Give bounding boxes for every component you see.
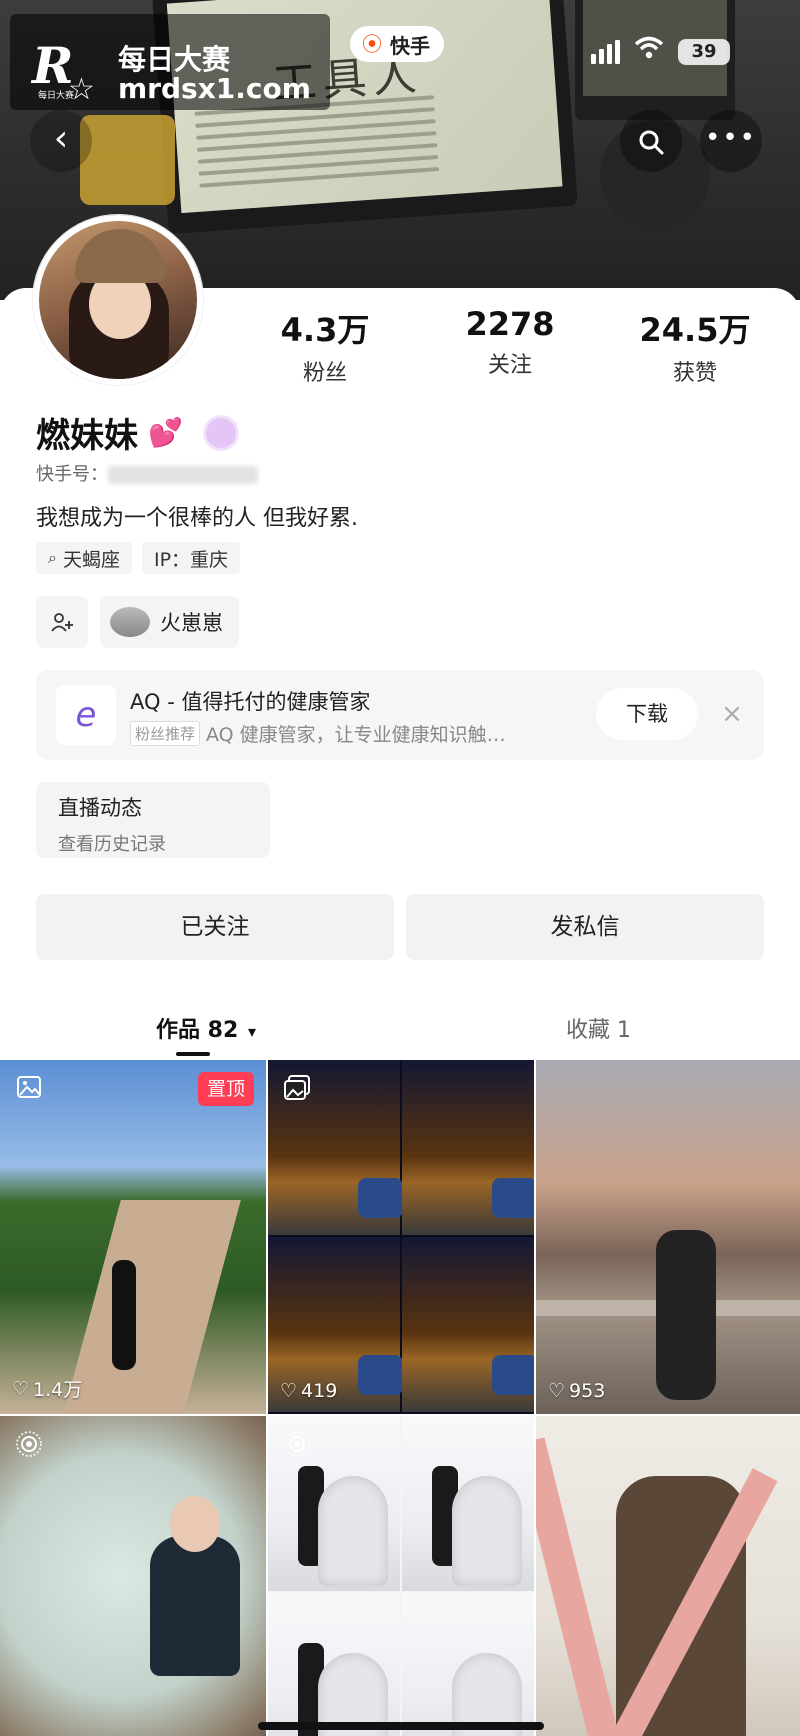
ad-banner[interactable]: e AQ - 值得托付的健康管家 粉丝推荐 AQ 健康管家，让专业健康知识触… … [36,670,764,760]
avatar[interactable] [33,215,203,385]
active-tab-indicator [176,1052,210,1056]
home-indicator[interactable] [258,1722,544,1730]
kuaishou-logo-icon: ⦿ [362,32,382,56]
profile-stats: 4.3万 粉丝 2278 关注 24.5万 获赞 [250,305,770,387]
kuaishou-id-label: 快手号： [36,464,108,485]
live-photo-icon [282,1430,312,1460]
stat-likes[interactable]: 24.5万 获赞 [620,305,770,387]
ad-subtitle-row: 粉丝推荐 AQ 健康管家，让专业健康知识触… [130,720,506,747]
profile-tags: ⌕ 天蝎座 IP：重庆 [36,542,241,574]
search-icon [639,130,664,154]
tag-label: IP：重庆 [153,548,229,571]
tab-works-label: 作品 82 [156,1018,239,1043]
stat-following[interactable]: 2278 关注 [435,305,585,387]
heart-icon: ♡ [280,1380,298,1402]
signal-icon [591,39,620,64]
kuaishou-id-blurred [108,466,258,484]
content-tabs: 作品 82 ▾ 收藏 1 [0,1000,800,1060]
add-user-icon [51,613,73,632]
post-thumbnail[interactable] [0,1416,266,1736]
close-icon[interactable]: × [716,698,748,730]
post-likes: ♡ 419 [280,1380,337,1402]
post-likes-count: 1.4万 [33,1379,83,1401]
works-grid: 置顶 ♡ 1.4万 ♡ 419 ♡ 953 [0,1060,800,1736]
ad-tag: 粉丝推荐 [130,721,201,746]
tag-ip-location: IP：重庆 [141,542,241,574]
friend-row: 火崽崽 [36,596,239,648]
stat-followers[interactable]: 4.3万 粉丝 [250,305,400,387]
mutual-friend-chip[interactable]: 火崽崽 [100,596,239,648]
app-chip-label: 快手 [390,33,430,58]
post-thumbnail[interactable]: ♡ 953 [536,1060,800,1414]
post-likes: ♡ 1.4万 [12,1375,82,1402]
post-thumbnail[interactable]: ♡ 419 [268,1060,534,1414]
site-watermark: R ☆ 每日大赛 每日大赛 mrdsx1.com [10,14,330,110]
caret-down-icon: ▾ [247,1022,256,1041]
add-friend-button[interactable] [36,596,88,648]
live-history-card[interactable]: 直播动态 查看历史记录 [36,782,270,858]
post-thumbnail[interactable] [536,1416,800,1736]
search-icon: ⌕ [48,548,57,567]
profile-name-row: 燃妹妹 💕 [36,408,239,457]
level-badge-icon[interactable] [202,414,239,451]
wifi-icon [634,36,664,67]
profile-actions: 已关注 发私信 [36,894,764,960]
tag-label: 天蝎座 [62,548,120,571]
kuaishou-id[interactable]: 快手号： [36,460,258,486]
app-chip: ⦿ 快手 [350,26,444,62]
search-button[interactable] [620,110,682,172]
stat-value: 2278 [465,305,555,343]
album-icon [282,1074,312,1104]
post-likes-count: 953 [569,1380,606,1402]
back-button[interactable]: ‹ [30,110,92,172]
stat-value: 24.5万 [639,311,751,349]
ad-subtitle: AQ 健康管家，让专业健康知识触… [206,724,506,746]
ad-title: AQ - 值得托付的健康管家 [130,690,371,714]
battery-indicator: 39 [678,38,730,65]
heart-icon: ♡ [12,1377,30,1400]
post-thumbnail[interactable]: 置顶 ♡ 1.4万 [0,1060,266,1414]
post-likes-count: 419 [301,1380,338,1402]
mutual-friend-name: 火崽崽 [160,611,223,635]
download-button[interactable]: 下载 [596,688,698,740]
followed-button[interactable]: 已关注 [36,894,394,960]
cover-cup-image [80,115,175,205]
stat-label: 关注 [487,353,532,378]
pinned-badge: 置顶 [197,1072,254,1106]
stat-label: 获赞 [672,361,717,386]
tab-favorites[interactable]: 收藏 1 [566,1012,631,1044]
aq-app-logo-icon: e [56,685,116,745]
hearts-emoji-icon: 💕 [148,416,183,449]
profile-name: 燃妹妹 [36,416,138,456]
live-photo-icon [14,1430,44,1460]
status-bar: 39 [591,36,730,67]
stat-value: 4.3万 [280,311,370,349]
more-dots-icon: ••• [704,123,757,153]
message-button[interactable]: 发私信 [406,894,764,960]
stat-label: 粉丝 [302,361,347,386]
watermark-logo-small: 每日大赛 [38,91,75,101]
live-title: 直播动态 [58,796,142,820]
chevron-left-icon: ‹ [53,118,69,159]
watermark-site: mrdsx1.com [118,72,311,105]
tab-works[interactable]: 作品 82 ▾ [156,1012,256,1044]
post-likes: ♡ 953 [548,1380,605,1402]
live-subtitle: 查看历史记录 [58,834,166,855]
post-thumbnail[interactable] [268,1416,534,1736]
friend-avatar [110,607,150,637]
image-icon [14,1074,44,1104]
heart-icon: ♡ [548,1380,566,1402]
more-button[interactable]: ••• [700,110,762,172]
tag-zodiac: ⌕ 天蝎座 [36,542,132,574]
profile-bio: 我想成为一个很棒的人 但我好累. [36,506,358,531]
